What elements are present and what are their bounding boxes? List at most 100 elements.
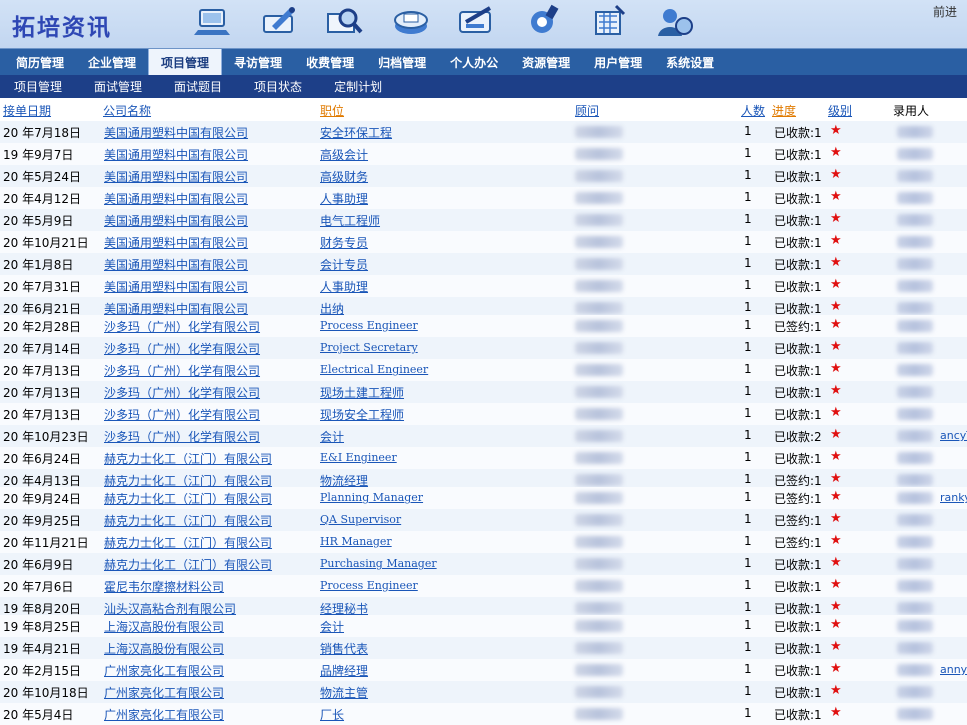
cell-company-link[interactable]: 广州家亮化工有限公司 xyxy=(104,706,224,723)
cell-position-link[interactable]: Project Secretary xyxy=(320,341,418,354)
main-nav-item[interactable]: 项目管理 xyxy=(148,49,223,75)
sub-nav-item[interactable]: 项目状态 xyxy=(244,78,318,95)
cell-date: 20 年9月25日 xyxy=(3,514,81,528)
sub-nav-item[interactable]: 面试管理 xyxy=(84,78,158,95)
cell-count: 1 xyxy=(744,300,752,314)
cell-count: 1 xyxy=(744,618,752,632)
main-nav-item[interactable]: 个人办公 xyxy=(438,49,510,75)
sub-nav-item[interactable]: 面试题目 xyxy=(164,78,238,95)
main-nav-item[interactable]: 企业管理 xyxy=(76,49,148,75)
cell-position-link[interactable]: 电气工程师 xyxy=(320,212,380,229)
cell-company-link[interactable]: 美国通用塑料中国有限公司 xyxy=(104,256,248,273)
document-stack-icon[interactable] xyxy=(390,2,432,40)
cell-position-link[interactable]: 人事助理 xyxy=(320,190,368,207)
main-nav-item[interactable]: 寻访管理 xyxy=(222,49,294,75)
user-globe-icon[interactable] xyxy=(654,2,696,40)
main-nav-item[interactable]: 简历管理 xyxy=(4,49,76,75)
cell-position-link[interactable]: Electrical Engineer xyxy=(320,363,428,376)
cell-hired-link[interactable]: ranky xyxy=(940,491,967,504)
main-nav-item[interactable]: 系统设置 xyxy=(654,49,726,75)
cell-company-link[interactable]: 沙多玛（广州）化学有限公司 xyxy=(104,428,260,445)
cell-position-link[interactable]: 人事助理 xyxy=(320,278,368,295)
pen-tool-icon[interactable] xyxy=(456,2,498,40)
cell-position-link[interactable]: 高级财务 xyxy=(320,168,368,185)
cell-company-link[interactable]: 赫克力士化工（江门）有限公司 xyxy=(104,450,272,467)
cell-company-link[interactable]: 广州家亮化工有限公司 xyxy=(104,684,224,701)
cell-company-link[interactable]: 沙多玛（广州）化学有限公司 xyxy=(104,384,260,401)
cell-position-link[interactable]: 厂长 xyxy=(320,706,344,723)
table-row: 20 年10月23日 沙多玛（广州）化学有限公司 会计 1 已收款:2 ★ ancyT xyxy=(0,425,967,447)
cell-company-link[interactable]: 上海汉高股份有限公司 xyxy=(104,618,224,635)
cell-date: 20 年7月18日 xyxy=(3,126,81,140)
cell-company-link[interactable]: 广州家亮化工有限公司 xyxy=(104,662,224,679)
cell-position-link[interactable]: Planning Manager xyxy=(320,491,423,504)
cell-position-link[interactable]: QA Supervisor xyxy=(320,513,401,526)
computer-icon[interactable] xyxy=(192,2,234,40)
cell-position-link[interactable]: 会计 xyxy=(320,428,344,445)
cell-company-link[interactable]: 沙多玛（广州）化学有限公司 xyxy=(104,362,260,379)
project-table: 接单日期 公司名称 职位 顾问 人数 进度 级别 录用人 20 年7月18日 美国… xyxy=(0,98,967,725)
header-count[interactable]: 人数 xyxy=(741,102,765,119)
cell-consultant-redacted xyxy=(575,452,623,464)
cell-hired-redacted xyxy=(897,126,933,138)
cell-hired-link[interactable]: ancyT xyxy=(940,429,967,442)
cell-status: 已收款:1 xyxy=(774,580,822,594)
cell-company-link[interactable]: 美国通用塑料中国有限公司 xyxy=(104,124,248,141)
main-nav-item[interactable]: 用户管理 xyxy=(582,49,654,75)
cell-position-link[interactable]: 物流主管 xyxy=(320,684,368,701)
cell-level-star-icon: ★ xyxy=(830,405,842,420)
cell-position-link[interactable]: Process Engineer xyxy=(320,579,418,592)
cell-company-link[interactable]: 美国通用塑料中国有限公司 xyxy=(104,234,248,251)
cell-company-link[interactable]: 赫克力士化工（江门）有限公司 xyxy=(104,512,272,529)
cell-position-link[interactable]: 现场安全工程师 xyxy=(320,406,404,423)
cell-company-link[interactable]: 沙多玛（广州）化学有限公司 xyxy=(104,340,260,357)
cell-position-link[interactable]: 品牌经理 xyxy=(320,662,368,679)
cell-position-link[interactable]: 财务专员 xyxy=(320,234,368,251)
cell-company-link[interactable]: 美国通用塑料中国有限公司 xyxy=(104,168,248,185)
calculator-icon[interactable] xyxy=(588,2,630,40)
cell-company-link[interactable]: 美国通用塑料中国有限公司 xyxy=(104,190,248,207)
main-nav-item[interactable]: 归档管理 xyxy=(366,49,438,75)
cell-position-link[interactable]: Process Engineer xyxy=(320,319,418,332)
cell-consultant-redacted xyxy=(575,536,623,548)
cell-position-link[interactable]: 会计专员 xyxy=(320,256,368,273)
forward-link[interactable]: 前进 xyxy=(933,3,957,20)
cell-hired-link[interactable]: anny xyxy=(940,663,967,676)
cell-level-star-icon: ★ xyxy=(830,577,842,592)
sub-nav-item[interactable]: 定制计划 xyxy=(324,78,398,95)
settings-icon[interactable] xyxy=(522,2,564,40)
cell-position-link[interactable]: Purchasing Manager xyxy=(320,557,437,570)
header-position[interactable]: 职位 xyxy=(320,102,344,119)
cell-company-link[interactable]: 赫克力士化工（江门）有限公司 xyxy=(104,490,272,507)
cell-count: 1 xyxy=(744,556,752,570)
header-date[interactable]: 接单日期 xyxy=(3,102,51,119)
cell-position-link[interactable]: 安全环保工程 xyxy=(320,124,392,141)
cell-company-link[interactable]: 美国通用塑料中国有限公司 xyxy=(104,212,248,229)
search-magnifier-icon[interactable] xyxy=(324,2,366,40)
cell-level-star-icon: ★ xyxy=(830,617,842,632)
header-company[interactable]: 公司名称 xyxy=(103,102,151,119)
main-nav-item[interactable]: 收费管理 xyxy=(294,49,366,75)
cell-position-link[interactable]: E&I Engineer xyxy=(320,451,397,464)
cell-position-link[interactable]: 高级会计 xyxy=(320,146,368,163)
header-level[interactable]: 级别 xyxy=(828,102,852,119)
sub-nav-item[interactable]: 项目管理 xyxy=(4,78,78,95)
header-progress[interactable]: 进度 xyxy=(772,102,796,119)
cell-position-link[interactable]: HR Manager xyxy=(320,535,392,548)
cell-company-link[interactable]: 赫克力士化工（江门）有限公司 xyxy=(104,556,272,573)
main-nav-item[interactable]: 资源管理 xyxy=(510,49,582,75)
cell-position-link[interactable]: 销售代表 xyxy=(320,640,368,657)
cell-company-link[interactable]: 霍尼韦尔摩擦材料公司 xyxy=(104,578,224,595)
cell-company-link[interactable]: 沙多玛（广州）化学有限公司 xyxy=(104,406,260,423)
cell-position-link[interactable]: 现场土建工程师 xyxy=(320,384,404,401)
table-row: 20 年5月24日 美国通用塑料中国有限公司 高级财务 1 已收款:1 ★ xyxy=(0,165,967,187)
cell-position-link[interactable]: 会计 xyxy=(320,618,344,635)
cell-company-link[interactable]: 美国通用塑料中国有限公司 xyxy=(104,278,248,295)
cell-company-link[interactable]: 上海汉高股份有限公司 xyxy=(104,640,224,657)
cell-hired-redacted xyxy=(897,620,933,632)
cell-company-link[interactable]: 沙多玛（广州）化学有限公司 xyxy=(104,318,260,335)
header-consultant[interactable]: 顾问 xyxy=(575,102,599,119)
pencil-edit-icon[interactable] xyxy=(258,2,300,40)
cell-company-link[interactable]: 美国通用塑料中国有限公司 xyxy=(104,146,248,163)
cell-company-link[interactable]: 赫克力士化工（江门）有限公司 xyxy=(104,534,272,551)
